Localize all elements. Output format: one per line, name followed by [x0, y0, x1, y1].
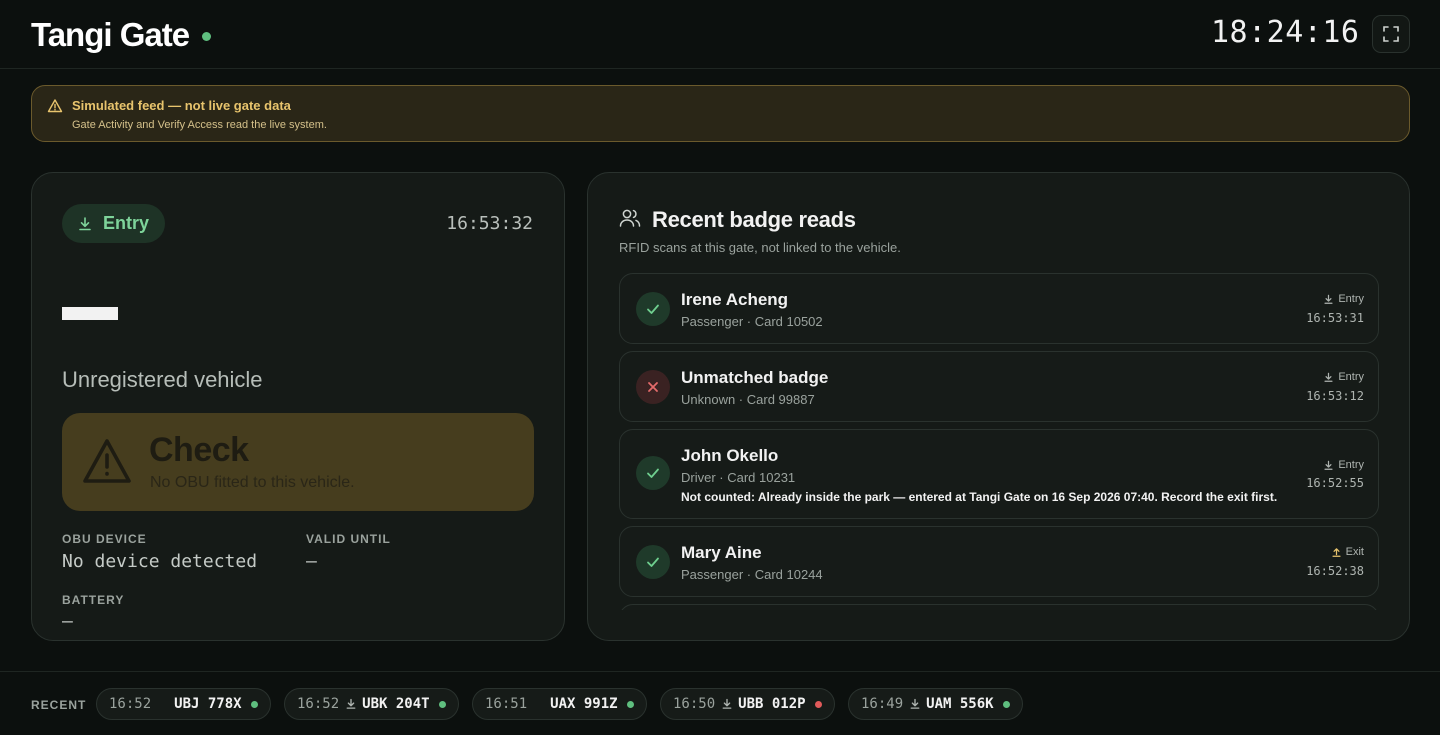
chip-time: 16:49	[861, 696, 904, 712]
obu-device-label: OBU DEVICE	[62, 532, 147, 546]
obu-device-value: No device detected	[62, 551, 258, 572]
check-icon	[647, 304, 659, 314]
valid-until-label: VALID UNTIL	[306, 532, 391, 546]
vehicle-card: Entry 16:53:32 Unregistered vehicle Chec…	[31, 172, 565, 641]
warning-icon	[47, 99, 63, 113]
recent-bar: RECENT 16:52 UBJ 778X 16:52 UBK 204T 16:…	[0, 671, 1440, 735]
recent-chip[interactable]: 16:51 UAX 991Z	[472, 688, 647, 720]
chip-plate: UBK 204T	[362, 696, 430, 712]
read-direction-label: Entry	[1338, 293, 1364, 305]
battery-value: —	[62, 611, 73, 632]
list-item[interactable]: Unmatched badge Unknown · Card 99887 Ent…	[619, 351, 1379, 422]
status-ok-badge	[636, 545, 670, 579]
vehicle-status: Unregistered vehicle	[62, 367, 263, 392]
list-item[interactable]	[619, 604, 1379, 610]
exit-icon	[1332, 547, 1341, 557]
read-time: 16:52:38	[1306, 564, 1364, 578]
users-icon	[619, 209, 641, 227]
badge-reads-card: Recent badge reads RFID scans at this ga…	[587, 172, 1410, 641]
entry-icon	[909, 698, 923, 710]
check-alert: Check No OBU fitted to this vehicle.	[62, 413, 534, 511]
list-item[interactable]: Irene Acheng Passenger · Card 10502 Entr…	[619, 273, 1379, 344]
read-direction: Entry	[1323, 293, 1364, 305]
direction-badge: Entry	[62, 204, 166, 243]
entry-icon	[721, 698, 735, 710]
status-ok-badge	[636, 456, 670, 490]
chip-plate: UAX 991Z	[550, 696, 618, 712]
reader-meta: Passenger · Card 10244	[681, 567, 823, 582]
recent-chip[interactable]: 16:50 UBB 012P	[660, 688, 835, 720]
read-direction: Exit	[1331, 546, 1364, 558]
direction-label: Entry	[103, 213, 150, 233]
entry-icon	[79, 216, 91, 230]
read-direction-label: Entry	[1338, 371, 1364, 383]
list-item[interactable]: Mary Aine Passenger · Card 10244 Exit 16…	[619, 526, 1379, 597]
chip-status-dot	[814, 700, 822, 708]
chip-plate: UBJ 778X	[174, 696, 242, 712]
fullscreen-icon	[1383, 26, 1399, 42]
status-ok-badge	[636, 292, 670, 326]
brand: Tangi Gate	[31, 16, 212, 54]
check-icon	[647, 468, 659, 478]
read-direction-label: Exit	[1345, 546, 1364, 558]
event-time: 16:53:32	[446, 213, 533, 234]
plate-placeholder	[62, 307, 118, 320]
chip-time: 16:52	[297, 696, 340, 712]
check-title: Check	[149, 431, 249, 469]
chip-plate: UAM 556K	[926, 696, 994, 712]
valid-until-value: —	[306, 551, 317, 572]
reader-meta: Unknown · Card 99887	[681, 392, 815, 407]
header-clock: 18:24:16	[1211, 15, 1360, 50]
reader-name: Unmatched badge	[681, 368, 829, 387]
chip-status-dot	[626, 700, 634, 708]
banner-subtitle: Gate Activity and Verify Access read the…	[72, 119, 327, 131]
chip-time: 16:50	[673, 696, 716, 712]
read-direction: Entry	[1323, 459, 1364, 471]
read-time: 16:52:55	[1306, 476, 1364, 490]
status-denied-badge	[636, 370, 670, 404]
chip-status-dot	[250, 700, 258, 708]
recent-chip[interactable]: 16:52 UBJ 778X	[96, 688, 271, 720]
fullscreen-button[interactable]	[1372, 15, 1410, 53]
reader-meta: Passenger · Card 10502	[681, 314, 823, 329]
chip-time: 16:52	[109, 696, 152, 712]
reader-name: Irene Acheng	[681, 290, 789, 309]
chip-status-dot	[438, 700, 446, 708]
recent-chip[interactable]: 16:52 UBK 204T	[284, 688, 459, 720]
badge-read-list: Irene Acheng Passenger · Card 10502 Entr…	[619, 273, 1379, 610]
check-message: No OBU fitted to this vehicle.	[150, 474, 355, 491]
check-icon	[647, 557, 659, 567]
read-warning-note: Not counted: Already inside the park — e…	[681, 490, 1278, 504]
close-icon	[648, 382, 658, 392]
entry-icon	[1324, 294, 1333, 304]
warning-icon	[83, 439, 131, 483]
simulated-feed-banner: Simulated feed — not live gate data Gate…	[31, 85, 1410, 142]
reader-meta: Driver · Card 10231	[681, 470, 796, 485]
list-item[interactable]: John Okello Driver · Card 10231 Not coun…	[619, 429, 1379, 519]
badge-reads-title: Recent badge reads	[652, 207, 856, 232]
reader-name: Mary Aine	[681, 543, 762, 562]
read-direction: Entry	[1323, 371, 1364, 383]
badge-reads-subtitle: RFID scans at this gate, not linked to t…	[619, 240, 901, 255]
chip-status-dot	[1002, 700, 1010, 708]
read-direction-label: Entry	[1338, 459, 1364, 471]
entry-icon	[345, 698, 359, 710]
banner-title: Simulated feed — not live gate data	[72, 98, 291, 113]
recent-chip[interactable]: 16:49 UAM 556K	[848, 688, 1023, 720]
recent-label: RECENT	[31, 698, 87, 712]
chip-time: 16:51	[485, 696, 528, 712]
chip-plate: UBB 012P	[738, 696, 806, 712]
read-time: 16:53:12	[1306, 389, 1364, 403]
entry-icon	[1324, 460, 1333, 470]
app-title: Tangi Gate	[31, 16, 190, 53]
reader-name: John Okello	[681, 446, 779, 465]
live-status-dot	[202, 31, 212, 41]
app-header: Tangi Gate 18:24:16	[0, 0, 1440, 69]
read-time: 16:53:31	[1306, 311, 1364, 325]
battery-label: BATTERY	[62, 593, 125, 607]
entry-icon	[1324, 372, 1333, 382]
